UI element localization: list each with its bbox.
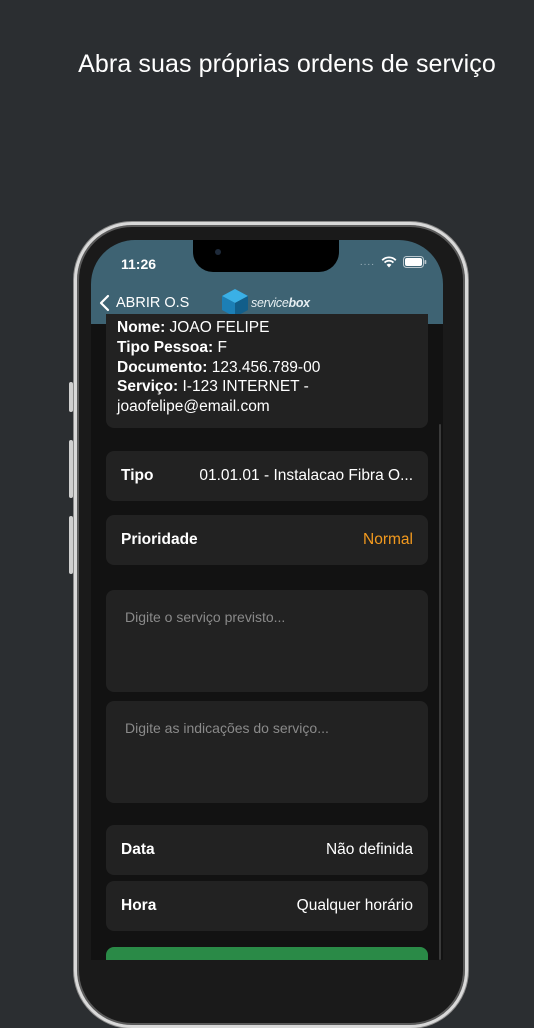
headline: Abra suas próprias ordens de serviço: [78, 50, 496, 78]
form-content: Nome: JOAO FELIPE Tipo Pessoa: F Documen…: [91, 314, 443, 960]
chevron-left-icon: [99, 294, 110, 312]
submit-button[interactable]: [106, 947, 428, 960]
camera-icon: [215, 249, 221, 255]
client-name-line: Nome: JOAO FELIPE: [117, 319, 270, 336]
client-service-line: Serviço: I-123 INTERNET -: [117, 378, 309, 396]
back-label: ABRIR O.S: [116, 295, 190, 311]
data-value: Não definida: [325, 841, 413, 858]
hora-row[interactable]: Hora Qualquer horário: [106, 881, 428, 931]
signal-dots: ....: [359, 256, 375, 268]
servico-previsto-input[interactable]: [106, 590, 428, 692]
top-bar: 11:26 .... ABRIR O.S servicebox: [91, 240, 443, 324]
client-document-line: Documento: 123.456.789-00: [117, 358, 321, 376]
data-row[interactable]: Data Não definida: [106, 825, 428, 875]
phone-mute-switch: [69, 382, 73, 412]
status-time: 11:26: [121, 256, 157, 272]
tipo-label: Tipo: [121, 467, 154, 484]
client-info-card: Nome: JOAO FELIPE Tipo Pessoa: F Documen…: [106, 314, 428, 428]
prioridade-value: Normal: [363, 531, 413, 548]
phone-volume-down-button: [69, 516, 73, 574]
status-icons: ....: [360, 256, 427, 268]
tipo-value: 01.01.01 - Instalacao Fibra O...: [199, 467, 413, 484]
indicacoes-input[interactable]: [106, 701, 428, 803]
wifi-icon: [381, 256, 397, 268]
client-type-line: Tipo Pessoa: F: [117, 338, 227, 356]
brand-text: servicebox: [251, 296, 310, 310]
prioridade-row[interactable]: Prioridade Normal: [106, 515, 428, 565]
phone-screen: 11:26 .... ABRIR O.S servicebox Nome: JO…: [91, 240, 443, 960]
battery-icon: [403, 256, 427, 268]
notch: [193, 240, 339, 272]
client-email-line: joaofelipe@email.com: [117, 398, 270, 416]
prioridade-label: Prioridade: [121, 531, 198, 548]
client-info: Nome: JOAO FELIPE Tipo Pessoa: F Documen…: [117, 318, 320, 417]
back-button[interactable]: ABRIR O.S: [99, 294, 189, 312]
hora-label: Hora: [121, 897, 157, 914]
data-label: Data: [121, 841, 155, 858]
phone-volume-up-button: [69, 440, 73, 498]
scrollbar[interactable]: [439, 424, 441, 960]
hora-value: Qualquer horário: [296, 897, 413, 914]
tipo-row[interactable]: Tipo 01.01.01 - Instalacao Fibra O...: [106, 451, 428, 501]
